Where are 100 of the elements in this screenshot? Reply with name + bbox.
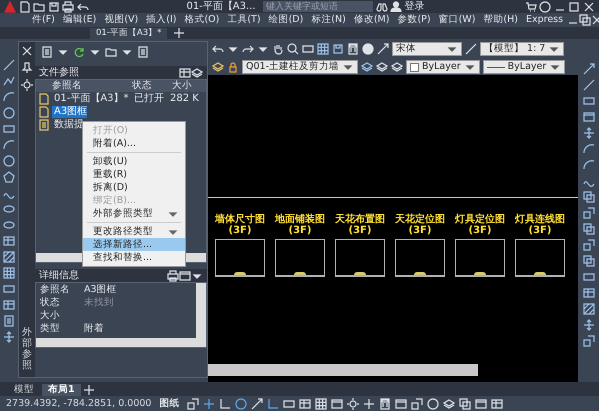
properties-icon[interactable] bbox=[317, 43, 329, 55]
pan-icon[interactable] bbox=[272, 43, 284, 55]
polar-icon[interactable] bbox=[235, 398, 248, 410]
window-icon[interactable] bbox=[395, 398, 408, 410]
list-view-icon[interactable] bbox=[179, 66, 191, 78]
undo-icon[interactable] bbox=[212, 43, 224, 55]
layout-tab[interactable]: 布局1 bbox=[42, 384, 81, 396]
cart-icon[interactable] bbox=[524, 0, 537, 12]
save-icon[interactable] bbox=[48, 0, 60, 12]
arc-icon[interactable] bbox=[3, 91, 15, 103]
layer-properties-icon[interactable] bbox=[212, 61, 224, 73]
color-dropdown[interactable]: ByLayer bbox=[406, 60, 480, 74]
layer-icon[interactable] bbox=[376, 61, 388, 73]
drawing-file-icon[interactable] bbox=[38, 106, 50, 118]
layer-icon[interactable] bbox=[443, 398, 456, 410]
print-icon[interactable] bbox=[62, 0, 74, 12]
dimension-style-icon[interactable] bbox=[465, 43, 477, 55]
snap-icon[interactable] bbox=[203, 398, 216, 410]
menu-item[interactable]: 插入(I) bbox=[142, 14, 180, 26]
menu-item[interactable]: 修改(M) bbox=[350, 14, 394, 26]
menu-item[interactable]: 件(F) bbox=[28, 14, 59, 26]
rectangle-icon[interactable] bbox=[3, 283, 15, 295]
horizontal-scrollbar[interactable] bbox=[36, 338, 196, 347]
add-layout-icon[interactable] bbox=[82, 384, 95, 396]
polygon-icon[interactable] bbox=[3, 171, 15, 183]
zoom-window-icon[interactable] bbox=[302, 43, 314, 55]
user-icon[interactable] bbox=[390, 0, 402, 12]
rectangle-icon[interactable] bbox=[283, 398, 296, 410]
space-toggle[interactable]: 图纸 bbox=[155, 398, 184, 410]
data-file-icon[interactable] bbox=[38, 118, 50, 130]
layer-dropdown[interactable]: Q01-土建柱及剪力墙 bbox=[242, 60, 358, 74]
zoom-icon[interactable] bbox=[287, 43, 299, 55]
line-icon[interactable] bbox=[582, 79, 594, 91]
menu-item[interactable]: 视图(V) bbox=[100, 14, 142, 26]
arc-icon[interactable] bbox=[582, 143, 594, 155]
menu-item[interactable]: 绘图(D) bbox=[264, 14, 308, 26]
search-field[interactable]: 键入关键字或短语 bbox=[263, 1, 374, 12]
command-line-field[interactable] bbox=[208, 364, 478, 376]
menu-item[interactable]: 标注(N) bbox=[307, 14, 350, 26]
arc-icon[interactable] bbox=[582, 159, 594, 171]
gear-icon[interactable] bbox=[347, 398, 360, 410]
calculator-icon[interactable] bbox=[347, 43, 359, 55]
arc-icon[interactable] bbox=[3, 139, 15, 151]
scale-icon[interactable] bbox=[582, 239, 594, 251]
hatch-icon[interactable] bbox=[3, 251, 15, 263]
copy-icon[interactable] bbox=[582, 223, 594, 235]
column-header[interactable]: 大小 bbox=[168, 80, 206, 92]
copy-icon[interactable] bbox=[582, 191, 594, 203]
drawing-file-icon[interactable] bbox=[38, 92, 50, 104]
angle-icon[interactable] bbox=[267, 398, 280, 410]
preview-icon[interactable] bbox=[179, 270, 191, 282]
menu-item[interactable]: 编辑(E) bbox=[58, 14, 100, 26]
menu-item[interactable]: 查找和替换... bbox=[83, 251, 185, 264]
scale-icon[interactable] bbox=[582, 335, 594, 347]
table-icon[interactable] bbox=[582, 287, 594, 299]
refresh-icon[interactable] bbox=[73, 46, 85, 58]
menu-item[interactable]: 附着(A)... bbox=[83, 137, 185, 150]
menu-item[interactable]: 选择新路径... bbox=[83, 238, 185, 251]
pin-icon[interactable] bbox=[21, 62, 33, 74]
move-icon[interactable] bbox=[582, 319, 594, 331]
restore-icon[interactable] bbox=[579, 14, 592, 26]
lineweight-icon[interactable] bbox=[299, 398, 312, 410]
reference-name[interactable]: 01-平面【A3】* bbox=[52, 92, 128, 104]
rectangle-icon[interactable] bbox=[3, 123, 15, 135]
menu-item[interactable]: 更改路径类型 bbox=[83, 225, 185, 238]
undo-icon[interactable] bbox=[76, 0, 88, 12]
menu-item[interactable]: 拆离(D) bbox=[83, 181, 185, 194]
menu-item[interactable]: 格式(O) bbox=[180, 14, 224, 26]
scale-dropdown[interactable]: 【模型】 1: 7 bbox=[480, 42, 564, 56]
document-icon[interactable] bbox=[3, 315, 15, 327]
window-icon[interactable] bbox=[475, 398, 488, 410]
rectangle-icon[interactable] bbox=[582, 95, 594, 107]
close-icon[interactable] bbox=[21, 45, 33, 57]
vertical-scrollbar[interactable] bbox=[196, 283, 206, 347]
calculator-icon[interactable] bbox=[379, 398, 392, 410]
move-icon[interactable] bbox=[3, 331, 15, 343]
copy-icon[interactable] bbox=[582, 255, 594, 267]
line-icon[interactable] bbox=[3, 59, 15, 71]
column-header[interactable]: 参照名 bbox=[36, 80, 128, 92]
viewport-icon[interactable] bbox=[187, 398, 200, 410]
grid-icon[interactable] bbox=[315, 398, 328, 410]
hatch-icon[interactable] bbox=[582, 303, 594, 315]
sign-in-link[interactable]: 登录 bbox=[404, 0, 425, 12]
layer-icon[interactable] bbox=[391, 61, 403, 73]
menu-item[interactable]: 工具(T) bbox=[223, 14, 265, 26]
column-header[interactable]: 状态 bbox=[128, 80, 168, 92]
settings-icon[interactable] bbox=[21, 79, 33, 91]
menu-item[interactable]: 参数(P) bbox=[393, 14, 435, 26]
menu-item[interactable]: 重载(R) bbox=[83, 168, 185, 181]
open-folder-icon[interactable] bbox=[33, 0, 45, 12]
binoculars-icon[interactable] bbox=[376, 0, 388, 12]
linetype-dropdown[interactable]: ByLayer bbox=[482, 60, 566, 74]
maximize-icon[interactable] bbox=[568, 0, 580, 12]
change-path-icon[interactable] bbox=[105, 46, 117, 58]
tree-view-icon[interactable] bbox=[191, 66, 203, 78]
menu-item[interactable]: 帮助(H) bbox=[479, 14, 522, 26]
window-icon[interactable] bbox=[331, 398, 344, 410]
stretch-icon[interactable] bbox=[582, 63, 594, 75]
ortho-icon[interactable] bbox=[219, 398, 232, 410]
menu-item[interactable]: Express bbox=[522, 14, 568, 26]
